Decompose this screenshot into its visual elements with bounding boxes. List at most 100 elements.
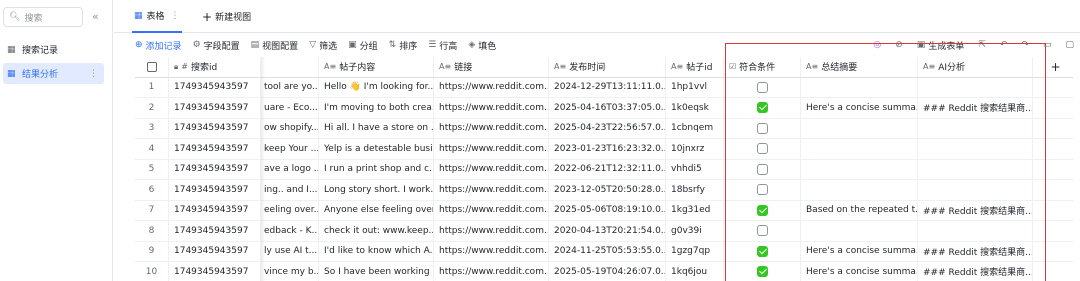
table-row[interactable]: 10 1749345943597 vince my b... So I have be…: [135, 262, 1073, 281]
view-config-button[interactable]: ▤ 视图配置: [251, 39, 299, 52]
qualified-checkbox[interactable]: [724, 98, 801, 118]
cell-date[interactable]: 2025-05-19T04:26:07.0...: [549, 262, 666, 281]
checked-checkbox-icon[interactable]: [756, 204, 768, 216]
fill-color-button[interactable]: ◈ 填色: [468, 39, 496, 52]
cell-content[interactable]: I run a print shop and c...: [319, 159, 434, 179]
column-header-ai-analysis[interactable]: A≡ AI分析: [918, 57, 1033, 77]
cell-title[interactable]: tool are yo...: [261, 77, 319, 97]
qualified-checkbox[interactable]: [724, 180, 801, 200]
cell-sid[interactable]: 1749345943597: [169, 139, 261, 159]
cell-ai[interactable]: [918, 221, 1033, 241]
table-row[interactable]: 6 1749345943597 ing.. and I... Long story s…: [135, 180, 1073, 201]
cell-pid[interactable]: g0v39i: [666, 221, 724, 241]
cell-content[interactable]: I'm moving to both crea...: [319, 98, 434, 118]
cell-content[interactable]: check it out: www.keep...: [319, 221, 434, 241]
qualified-checkbox[interactable]: [724, 200, 801, 220]
cell-ai[interactable]: ### Reddit 搜索结果商...: [918, 200, 1033, 220]
cell-ai[interactable]: ### Reddit 搜索结果商...: [918, 98, 1033, 118]
cell-idx[interactable]: 3: [135, 118, 169, 138]
column-header-title[interactable]: [261, 57, 319, 77]
qualified-checkbox[interactable]: [724, 77, 801, 97]
cell-date[interactable]: 2025-05-06T08:19:10.0...: [549, 200, 666, 220]
select-all-checkbox[interactable]: [135, 57, 169, 77]
qualified-checkbox[interactable]: [724, 159, 801, 179]
column-header-post-id[interactable]: A≡ 帖子id: [666, 57, 724, 77]
cell-idx[interactable]: 10: [135, 262, 169, 281]
cell-date[interactable]: 2024-12-29T13:11:11.0...: [549, 77, 666, 97]
checked-checkbox-icon[interactable]: [756, 266, 768, 278]
cell-pid[interactable]: 10jnxrz: [666, 139, 724, 159]
cell-ai[interactable]: [918, 139, 1033, 159]
cell-ai[interactable]: [918, 159, 1033, 179]
cell-sid[interactable]: 1749345943597: [169, 159, 261, 179]
qualified-checkbox[interactable]: [724, 241, 801, 261]
sort-button[interactable]: ⇅ 排序: [389, 39, 418, 52]
column-header-content[interactable]: A≡ 帖子内容: [319, 57, 434, 77]
qualified-checkbox[interactable]: [724, 118, 801, 138]
cell-link[interactable]: https://www.reddit.com...: [434, 241, 549, 261]
cell-sum[interactable]: [801, 77, 918, 97]
cell-ai[interactable]: ### Reddit 搜索结果商...: [918, 262, 1033, 281]
cell-link[interactable]: https://www.reddit.com...: [434, 118, 549, 138]
ai-assistant-icon[interactable]: ◎: [873, 40, 881, 50]
cell-title[interactable]: eeling over...: [261, 200, 319, 220]
table-row[interactable]: 7 1749345943597 eeling over... Anyone else …: [135, 200, 1073, 221]
row-height-button[interactable]: ☰ 行高: [428, 39, 457, 52]
cell-pid[interactable]: vhhdi5: [666, 159, 724, 179]
cell-title[interactable]: ave a logo ...: [261, 159, 319, 179]
cell-pid[interactable]: 1hp1vvl: [666, 77, 724, 97]
cell-sid[interactable]: 1749345943597: [169, 200, 261, 220]
table-row[interactable]: 4 1749345943597 keep Your ... Yelp is a det…: [135, 139, 1073, 160]
cell-date[interactable]: 2024-11-25T05:53:55.0...: [549, 241, 666, 261]
table-row[interactable]: 9 1749345943597 ly use AI t... I'd like to …: [135, 241, 1073, 262]
more-options-icon[interactable]: ⋮: [89, 69, 98, 79]
cell-idx[interactable]: 8: [135, 221, 169, 241]
cell-date[interactable]: 2020-04-13T20:21:54.0...: [549, 221, 666, 241]
cell-link[interactable]: https://www.reddit.com...: [434, 159, 549, 179]
cell-sum[interactable]: [801, 159, 918, 179]
unchecked-checkbox-icon[interactable]: [756, 122, 768, 134]
field-config-button[interactable]: ⚙ 字段配置: [193, 39, 240, 52]
new-view-button[interactable]: + 新建视图: [202, 0, 251, 33]
cell-link[interactable]: https://www.reddit.com...: [434, 139, 549, 159]
cell-idx[interactable]: 7: [135, 200, 169, 220]
table-row[interactable]: 1 1749345943597 tool are yo... Hello 👋 I'm …: [135, 77, 1073, 98]
column-header-qualified[interactable]: ☑ 符合条件: [724, 57, 801, 77]
checked-checkbox-icon[interactable]: [756, 102, 768, 114]
cell-link[interactable]: https://www.reddit.com...: [434, 180, 549, 200]
add-column-button[interactable]: +: [1033, 57, 1073, 77]
filter-button[interactable]: ▽ 筛选: [309, 39, 337, 52]
column-header-summary[interactable]: A≡ 总结摘要: [801, 57, 918, 77]
column-header-published[interactable]: A≡ 发布时间: [549, 57, 666, 77]
cell-date[interactable]: 2025-04-16T03:37:05.0...: [549, 98, 666, 118]
cell-sid[interactable]: 1749345943597: [169, 118, 261, 138]
unchecked-checkbox-icon[interactable]: [756, 163, 768, 175]
tab-more-icon[interactable]: ⋮: [171, 11, 180, 21]
cell-idx[interactable]: 4: [135, 139, 169, 159]
cell-sid[interactable]: 1749345943597: [169, 241, 261, 261]
cell-content[interactable]: Anyone else feeling over...: [319, 200, 434, 220]
cell-title[interactable]: edback - K...: [261, 221, 319, 241]
generate-form-button[interactable]: ▣ 生成表单: [917, 39, 965, 52]
cell-pid[interactable]: 1gzg7qp: [666, 241, 724, 261]
cell-sum[interactable]: [801, 180, 918, 200]
cell-link[interactable]: https://www.reddit.com...: [434, 262, 549, 281]
cell-pid[interactable]: 1cbnqem: [666, 118, 724, 138]
tab-table-view[interactable]: ▦ 表格 ⋮: [132, 0, 182, 33]
cell-date[interactable]: 2022-06-21T12:32:11.0...: [549, 159, 666, 179]
cell-pid[interactable]: 1kg31ed: [666, 200, 724, 220]
table-row[interactable]: 2 1749345943597 uare - Eco... I'm moving to…: [135, 98, 1073, 119]
column-header-link[interactable]: A≡ 链接: [434, 57, 549, 77]
table-row[interactable]: 5 1749345943597 ave a logo ... I run a prin…: [135, 159, 1073, 180]
table-row[interactable]: 3 1749345943597 ow shopify... Hi all. I hav…: [135, 118, 1073, 139]
qualified-checkbox[interactable]: [724, 221, 801, 241]
cell-idx[interactable]: 9: [135, 241, 169, 261]
qualified-checkbox[interactable]: [724, 139, 801, 159]
cell-sum[interactable]: [801, 221, 918, 241]
cell-link[interactable]: https://www.reddit.com...: [434, 77, 549, 97]
cell-ai[interactable]: [918, 180, 1033, 200]
cell-date[interactable]: 2023-01-23T16:23:32.0...: [549, 139, 666, 159]
cell-content[interactable]: Hi all. I have a store on ...: [319, 118, 434, 138]
unchecked-checkbox-icon[interactable]: [756, 143, 768, 155]
cell-title[interactable]: uare - Eco...: [261, 98, 319, 118]
